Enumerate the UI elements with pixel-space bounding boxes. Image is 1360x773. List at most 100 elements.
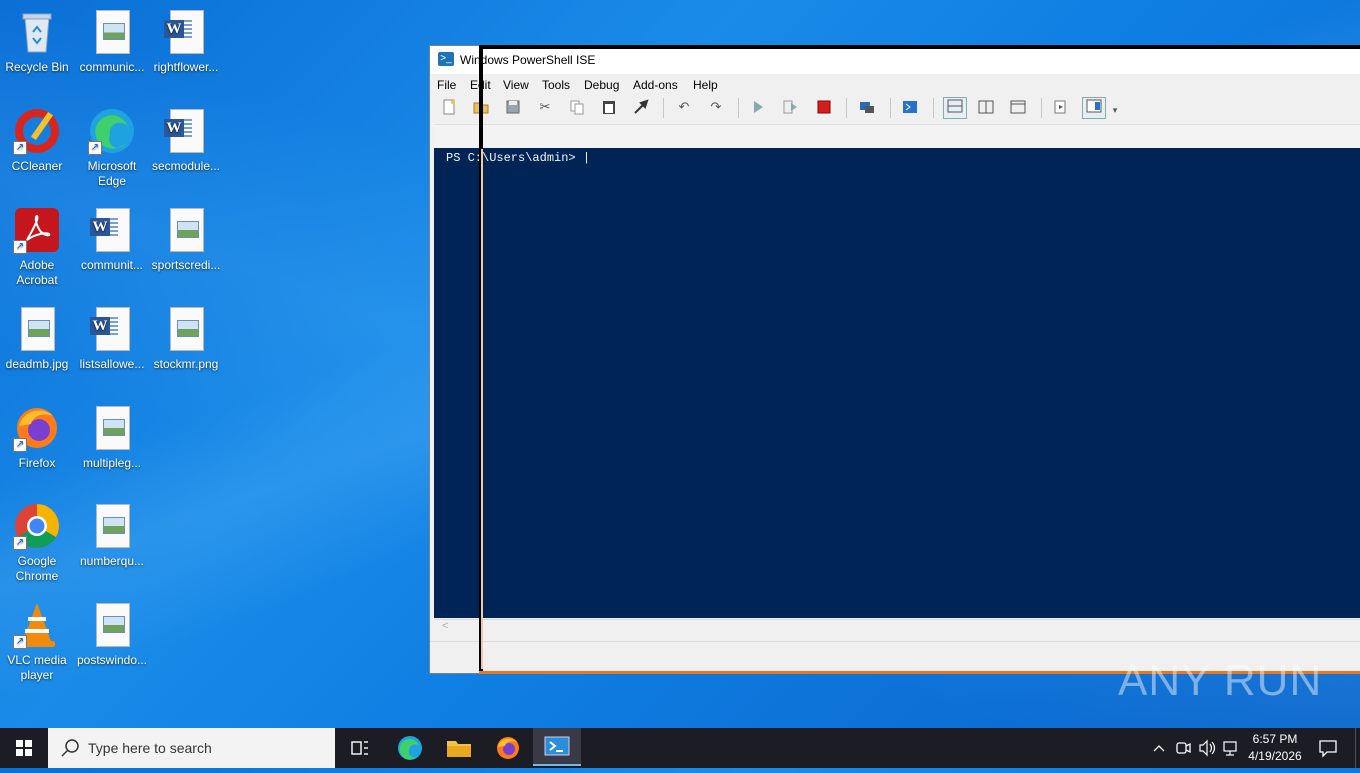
menu-help[interactable]: Help <box>693 78 718 92</box>
show-script-pane-icon[interactable] <box>1053 99 1069 115</box>
desktop-icon-file[interactable]: deadmb.jpg <box>0 305 74 372</box>
desktop-icon-label: Firefox <box>18 456 56 470</box>
edge-icon: ↗ <box>88 107 136 155</box>
taskbar: Type here to search 6:57 PM 4/19/2026 <box>0 728 1360 768</box>
task-view-button[interactable] <box>336 732 384 764</box>
volume-button[interactable] <box>1197 728 1217 768</box>
new-file-icon[interactable] <box>441 99 457 115</box>
task-view-icon <box>351 741 368 755</box>
toolbar-separator <box>933 98 934 118</box>
word-document-icon: W <box>162 8 210 56</box>
toolbar-separator <box>890 98 891 118</box>
desktop-icon-ccleaner[interactable]: ↗ CCleaner <box>0 107 74 174</box>
chrome-icon: ↗ <box>13 502 61 550</box>
camera-icon <box>1176 742 1191 754</box>
show-commands-icon[interactable] <box>1082 97 1106 119</box>
image-file-icon <box>88 8 136 56</box>
redo-icon[interactable]: ↷ <box>708 99 724 115</box>
image-file-icon <box>162 206 210 254</box>
desktop-icon-file[interactable]: sportscredi... <box>149 206 223 273</box>
show-desktop-button[interactable] <box>1355 728 1360 768</box>
stop-icon[interactable] <box>816 99 832 115</box>
menu-add-ons[interactable]: Add-ons <box>633 78 678 92</box>
word-document-icon: W <box>162 107 210 155</box>
desktop-icon-chrome[interactable]: ↗ Google Chrome <box>0 502 74 584</box>
powershell-ise-icon: >_ <box>438 52 454 66</box>
desktop-icon-label: sportscredi... <box>151 258 221 272</box>
menu-view[interactable]: View <box>503 78 529 92</box>
desktop-icon-file[interactable]: W communit... <box>75 206 149 273</box>
undo-icon[interactable]: ↶ <box>676 99 692 115</box>
clear-console-icon[interactable] <box>633 99 649 115</box>
start-button[interactable] <box>0 728 48 768</box>
search-placeholder: Type here to search <box>88 740 212 756</box>
taskbar-powershell-ise-button[interactable] <box>533 728 581 766</box>
desktop-icon-file[interactable]: stockmr.png <box>149 305 223 372</box>
layout-script-top-icon[interactable] <box>943 97 967 119</box>
taskbar-search-box[interactable]: Type here to search <box>48 728 335 768</box>
layout-script-right-icon[interactable] <box>978 99 994 115</box>
cut-icon[interactable]: ✂ <box>537 99 553 115</box>
desktop-icon-label: VLC media player <box>7 653 67 682</box>
horizontal-scrollbar[interactable]: < <box>434 619 1360 636</box>
title-bar[interactable]: >_ Windows PowerShell ISE <box>430 46 1360 74</box>
powershell-console-icon[interactable] <box>902 99 918 115</box>
desktop-icon-edge[interactable]: ↗ Microsoft Edge <box>75 107 149 189</box>
word-document-icon: W <box>88 206 136 254</box>
desktop-icon-vlc[interactable]: ↗ VLC media player <box>0 601 74 683</box>
taskbar-file-explorer-button[interactable] <box>435 732 483 764</box>
image-file-icon <box>162 305 210 353</box>
notifications-button[interactable] <box>1316 728 1340 768</box>
toolbar-separator <box>846 98 847 118</box>
desktop-icon-label: Google Chrome <box>15 554 59 583</box>
desktop-icon-acrobat[interactable]: ↗ Adobe Acrobat <box>0 206 74 288</box>
desktop-icon-label: numberqu... <box>79 554 145 568</box>
desktop-icon-file[interactable]: W rightflower... <box>149 8 223 75</box>
toolbar-separator <box>738 98 739 118</box>
desktop-icon-label: communit... <box>80 258 143 272</box>
menu-file[interactable]: File <box>437 78 456 92</box>
notification-icon <box>1319 740 1337 758</box>
clock-date: 4/19/2026 <box>1248 749 1302 763</box>
windows-logo-icon <box>16 740 32 756</box>
toolbar-overflow-icon[interactable]: ▾ <box>1110 102 1120 118</box>
scroll-left-arrow[interactable]: < <box>442 620 448 632</box>
taskbar-firefox-button[interactable] <box>484 732 532 764</box>
toolbar: ✂ ↶ ↷ ▾ <box>430 96 1360 120</box>
desktop-icon-label: communic... <box>79 60 145 74</box>
anyrun-watermark: ANY RUN <box>1118 656 1322 720</box>
taskbar-edge-button[interactable] <box>386 732 434 764</box>
desktop-icon-file[interactable]: numberqu... <box>75 502 149 569</box>
search-icon <box>61 739 79 757</box>
clock-time: 6:57 PM <box>1252 732 1298 746</box>
speaker-icon <box>1199 739 1216 757</box>
script-tab-bar <box>434 124 1360 149</box>
desktop-icon-file[interactable]: W listsallowe... <box>75 305 149 372</box>
run-script-icon[interactable] <box>750 99 766 115</box>
desktop-icon-file[interactable]: W secmodule... <box>149 107 223 174</box>
remote-powershell-icon[interactable] <box>859 99 875 115</box>
paste-icon[interactable] <box>601 99 617 115</box>
desktop-icon-file[interactable]: communic... <box>75 8 149 75</box>
chevron-up-icon <box>1153 745 1165 752</box>
taskbar-clock[interactable]: 6:57 PM 4/19/2026 <box>1236 731 1314 765</box>
firefox-icon <box>497 737 519 759</box>
acrobat-icon: ↗ <box>13 206 61 254</box>
desktop-icon-file[interactable]: multipleg... <box>75 404 149 471</box>
console-pane[interactable]: PS C:\Users\admin> | <box>434 148 1360 618</box>
word-document-icon: W <box>88 305 136 353</box>
folder-icon <box>447 741 471 757</box>
menu-tools[interactable]: Tools <box>542 78 570 92</box>
desktop-icon-file[interactable]: postswindo... <box>75 601 149 668</box>
copy-icon[interactable] <box>569 99 585 115</box>
desktop-icon-firefox[interactable]: ↗ Firefox <box>0 404 74 471</box>
desktop-icon-recycle-bin[interactable]: Recycle Bin <box>0 8 74 75</box>
run-selection-icon[interactable] <box>782 99 798 115</box>
powershell-ise-window[interactable]: >_ Windows PowerShell ISE File Edit View… <box>429 45 1360 674</box>
layout-maximized-icon[interactable] <box>1010 99 1026 115</box>
menu-debug[interactable]: Debug <box>584 78 619 92</box>
show-hidden-icons-button[interactable] <box>1150 728 1168 768</box>
meet-now-button[interactable] <box>1174 728 1192 768</box>
save-icon[interactable] <box>505 99 521 115</box>
menu-bar: File Edit View Tools Debug Add-ons Help <box>430 76 1360 96</box>
